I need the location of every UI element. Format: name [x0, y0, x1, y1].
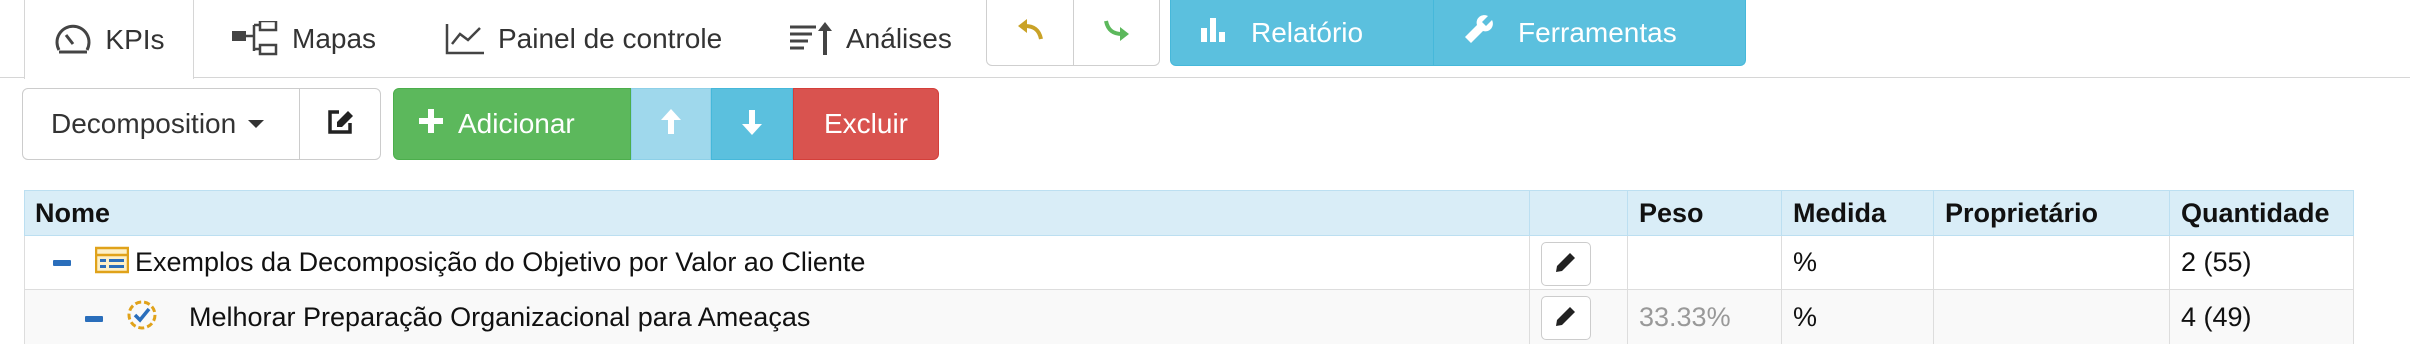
edit-square-icon: [325, 107, 355, 142]
objective-check-icon: [125, 298, 159, 337]
arrow-up-icon: [659, 108, 683, 141]
column-divider: [1781, 191, 1782, 235]
pencil-icon: [1554, 250, 1578, 279]
redo-icon: [1102, 17, 1132, 48]
row-name[interactable]: Melhorar Preparação Organizacional para …: [189, 290, 810, 344]
tab-kpis[interactable]: KPIs: [24, 0, 194, 79]
column-divider: [1627, 236, 1628, 289]
row-peso: 33.33%: [1639, 301, 1731, 332]
undo-icon: [1015, 17, 1045, 48]
column-divider: [2169, 236, 2170, 289]
table-header-row: Nome Peso Medida Proprietário Quantidade: [24, 190, 2354, 236]
table-row[interactable]: Melhorar Preparação Organizacional para …: [24, 290, 2354, 344]
relatorio-label: Relatório: [1251, 16, 1364, 48]
bar-chart-icon: [1199, 14, 1229, 51]
sitemap-icon: [230, 21, 280, 57]
column-divider: [1781, 290, 1782, 344]
plus-icon: [418, 108, 444, 141]
column-divider: [1529, 236, 1530, 289]
add-button[interactable]: Adicionar: [393, 88, 631, 160]
tab-analises[interactable]: Análises: [770, 0, 970, 78]
tab-analises-label: Análises: [846, 23, 952, 54]
ferramentas-label: Ferramentas: [1518, 16, 1677, 48]
row-quantidade: 2 (55): [2181, 247, 2252, 277]
line-chart-icon: [444, 22, 486, 56]
column-divider: [1933, 191, 1934, 235]
relatorio-button[interactable]: Relatório: [1171, 0, 1433, 65]
delete-label: Excluir: [823, 108, 908, 139]
redo-button[interactable]: [1073, 0, 1159, 65]
column-header-proprietario[interactable]: Proprietário: [1945, 191, 2098, 235]
row-medida: %: [1793, 301, 1818, 332]
column-divider: [1627, 290, 1628, 344]
edit-view-button[interactable]: [299, 88, 381, 160]
table-row[interactable]: Exemplos da Decomposição do Objetivo por…: [24, 236, 2354, 290]
column-divider: [1627, 191, 1628, 235]
collapse-icon[interactable]: [85, 316, 103, 322]
column-divider: [2169, 191, 2170, 235]
top-tab-bar: KPIs Mapas Painel de controle Análises R…: [0, 0, 2410, 79]
column-header-medida[interactable]: Medida: [1793, 191, 1886, 235]
view-select-value: Decomposition: [51, 108, 237, 139]
gauge-icon: [53, 22, 93, 58]
scorecard-icon: [94, 246, 130, 279]
history-group: [986, 0, 1160, 66]
column-divider: [1933, 290, 1934, 344]
collapse-icon[interactable]: [53, 260, 71, 266]
tab-kpis-label: KPIs: [105, 23, 165, 55]
wrench-icon: [1462, 12, 1496, 53]
edit-row-button[interactable]: [1541, 242, 1591, 286]
edit-row-button[interactable]: [1541, 296, 1591, 340]
move-down-button[interactable]: [711, 88, 793, 160]
pencil-icon: [1554, 304, 1578, 333]
column-header-peso[interactable]: Peso: [1639, 191, 1704, 235]
caret-down-icon: [248, 120, 265, 128]
ferramentas-button[interactable]: Ferramentas: [1433, 0, 1745, 65]
column-divider: [2169, 290, 2170, 344]
undo-button[interactable]: [987, 0, 1073, 65]
column-divider: [1933, 236, 1934, 289]
row-quantidade: 4 (49): [2181, 301, 2252, 332]
delete-button[interactable]: Excluir: [793, 88, 939, 160]
tab-painel-de-controle[interactable]: Painel de controle: [426, 0, 740, 78]
column-divider: [1529, 290, 1530, 344]
tab-mapas-label: Mapas: [292, 23, 377, 54]
row-medida: %: [1793, 247, 1818, 277]
column-divider: [1781, 236, 1782, 289]
column-header-nome[interactable]: Nome: [35, 191, 110, 235]
view-select-dropdown[interactable]: Decomposition: [22, 88, 300, 160]
report-tools-group: Relatório Ferramentas: [1170, 0, 1746, 66]
add-label: Adicionar: [458, 108, 575, 139]
sort-analysis-icon: [788, 21, 834, 57]
tab-mapas[interactable]: Mapas: [212, 0, 394, 78]
row-name[interactable]: Exemplos da Decomposição do Objetivo por…: [135, 236, 865, 289]
arrow-down-icon: [740, 108, 764, 141]
move-up-button[interactable]: [631, 88, 711, 160]
column-divider: [1529, 191, 1530, 235]
tab-painel-label: Painel de controle: [498, 23, 723, 54]
column-header-quantidade[interactable]: Quantidade: [2181, 191, 2330, 235]
